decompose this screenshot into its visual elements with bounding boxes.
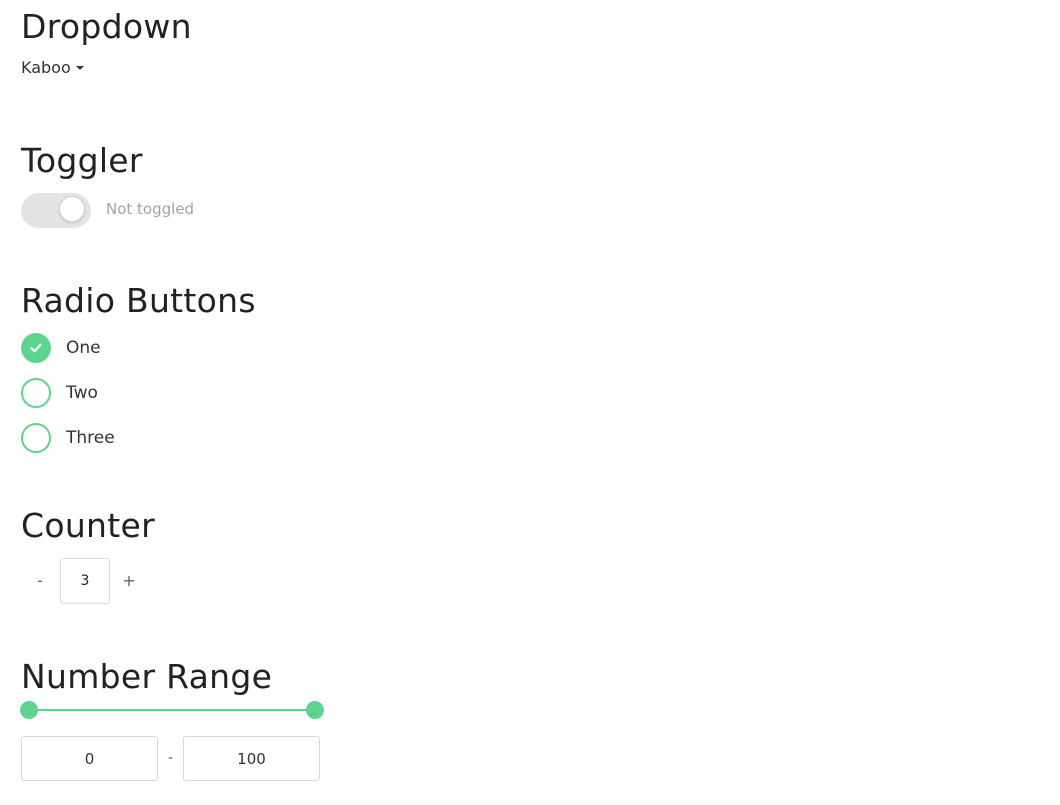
checkmark-icon [30, 343, 42, 353]
counter-value-text: 3 [80, 573, 90, 589]
increment-button[interactable]: + [119, 571, 139, 590]
range-min-handle[interactable] [20, 701, 38, 719]
radio-unchecked-icon [21, 423, 51, 453]
radio-label: One [66, 338, 101, 358]
radio-option-one[interactable]: One [21, 333, 101, 363]
toggle-knob [59, 196, 85, 222]
caret-down-icon [75, 65, 84, 70]
radio-label: Three [66, 428, 115, 448]
radio-label: Two [66, 383, 98, 403]
dropdown-select[interactable]: Kaboo [21, 58, 84, 77]
range-track[interactable] [29, 709, 315, 711]
range-min-input[interactable] [21, 736, 158, 781]
dropdown-heading: Dropdown [21, 7, 192, 46]
counter-heading: Counter [21, 506, 155, 545]
radio-option-three[interactable]: Three [21, 423, 115, 453]
range-heading: Number Range [21, 657, 273, 696]
range-max-input[interactable] [183, 736, 320, 781]
radio-option-two[interactable]: Two [21, 378, 98, 408]
toggle-status-label: Not toggled [106, 200, 195, 218]
counter-value[interactable]: 3 [60, 558, 110, 604]
dropdown-selected-value: Kaboo [21, 58, 71, 77]
toggler-heading: Toggler [21, 141, 143, 180]
radio-checked-icon [21, 333, 51, 363]
decrement-button[interactable]: - [30, 571, 50, 590]
radio-heading: Radio Buttons [21, 281, 256, 320]
range-separator: - [168, 750, 174, 766]
radio-unchecked-icon [21, 378, 51, 408]
toggle-switch[interactable] [21, 193, 91, 228]
range-max-handle[interactable] [306, 701, 324, 719]
